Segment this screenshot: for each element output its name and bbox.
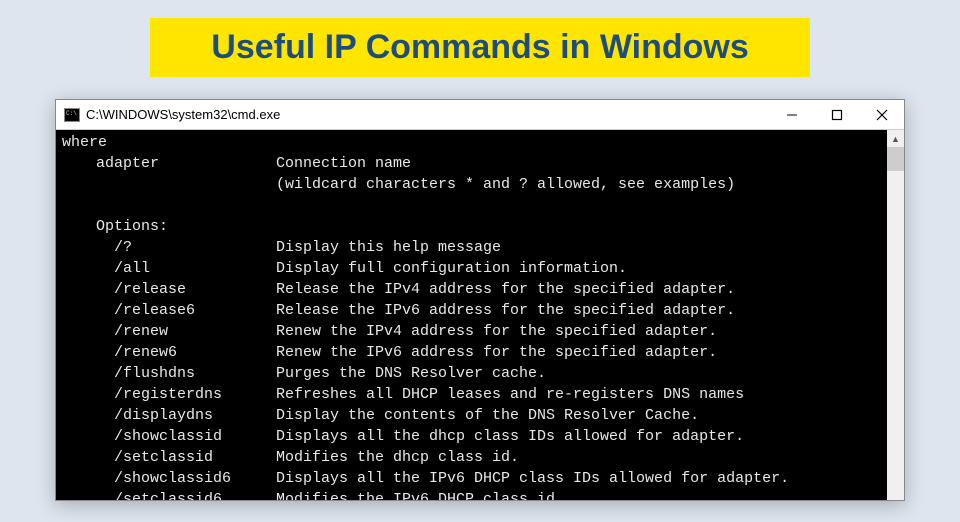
scrollbar[interactable]: ▲ (887, 130, 904, 500)
terminal-line: /setclassid6Modifies the IPv6 DHCP class… (62, 489, 881, 500)
cmd-window: C:\WINDOWS\system32\cmd.exe whereadapter… (55, 99, 905, 501)
maximize-button[interactable] (814, 100, 859, 130)
window-title: C:\WINDOWS\system32\cmd.exe (86, 107, 769, 122)
terminal-line: /flushdnsPurges the DNS Resolver cache. (62, 363, 881, 384)
terminal-output[interactable]: whereadapterConnection name(wildcard cha… (56, 130, 887, 500)
titlebar[interactable]: C:\WINDOWS\system32\cmd.exe (56, 100, 904, 130)
minimize-button[interactable] (769, 100, 814, 130)
maximize-icon (831, 109, 843, 121)
terminal-line: /setclassidModifies the dhcp class id. (62, 447, 881, 468)
banner-title: Useful IP Commands in Windows (168, 28, 792, 67)
terminal-line: adapterConnection name (62, 153, 881, 174)
cmd-icon (64, 108, 80, 122)
terminal-line: /registerdnsRefreshes all DHCP leases an… (62, 384, 881, 405)
page-banner: Useful IP Commands in Windows (150, 18, 810, 77)
terminal-line: /renew6Renew the IPv6 address for the sp… (62, 342, 881, 363)
terminal-line: Options: (62, 216, 881, 237)
scroll-up-arrow-icon[interactable]: ▲ (887, 130, 904, 147)
terminal-line: /showclassidDisplays all the dhcp class … (62, 426, 881, 447)
terminal-line: /showclassid6Displays all the IPv6 DHCP … (62, 468, 881, 489)
scroll-thumb[interactable] (887, 147, 904, 171)
terminal-line: (wildcard characters * and ? allowed, se… (62, 174, 881, 195)
minimize-icon (786, 109, 798, 121)
terminal-line: /?Display this help message (62, 237, 881, 258)
terminal-line: /release6Release the IPv6 address for th… (62, 300, 881, 321)
close-icon (876, 109, 888, 121)
terminal-line: /renewRenew the IPv4 address for the spe… (62, 321, 881, 342)
terminal-line: where (62, 132, 881, 153)
terminal-line (62, 195, 881, 216)
terminal-line: /releaseRelease the IPv4 address for the… (62, 279, 881, 300)
terminal-area: whereadapterConnection name(wildcard cha… (56, 130, 904, 500)
close-button[interactable] (859, 100, 904, 130)
terminal-line: /allDisplay full configuration informati… (62, 258, 881, 279)
window-controls (769, 100, 904, 130)
terminal-line: /displaydnsDisplay the contents of the D… (62, 405, 881, 426)
